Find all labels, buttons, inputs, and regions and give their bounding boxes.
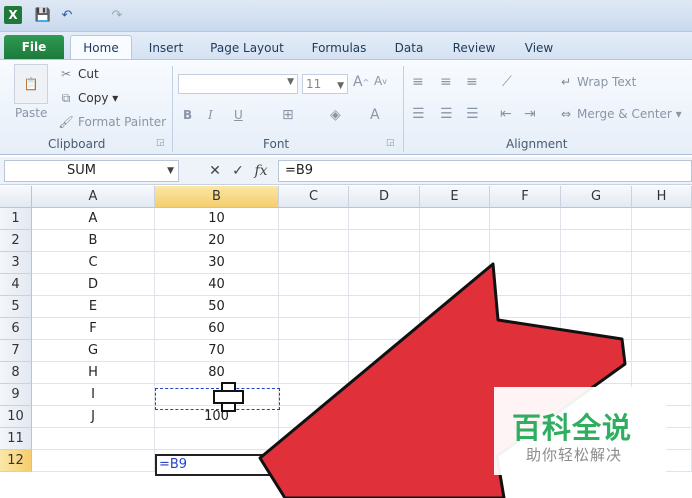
watermark-subtitle: 助你轻松解决 <box>526 446 623 464</box>
watermark-logo: 百科全说 助你轻松解决 <box>494 387 666 475</box>
move-cursor-icon <box>213 382 244 412</box>
watermark-title: 百科全说 <box>512 411 633 445</box>
excel-window: X 💾 ↶ ↷ File Home Insert Page Layout For… <box>0 0 692 498</box>
